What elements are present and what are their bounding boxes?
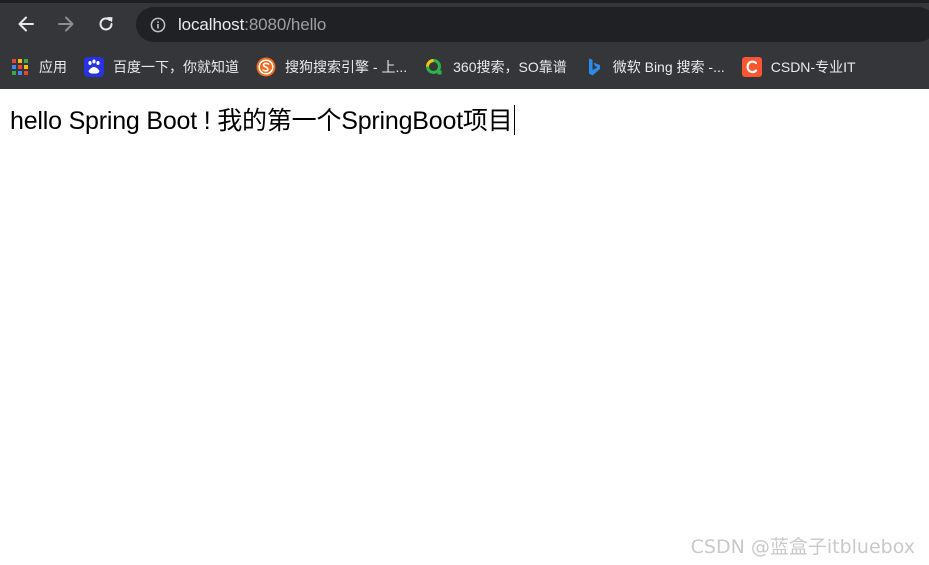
- url-path: :8080/hello: [244, 14, 327, 34]
- bookmark-label: 百度一下，你就知道: [113, 59, 239, 75]
- reload-button[interactable]: [86, 6, 126, 42]
- apps-grid-icon: [10, 57, 30, 77]
- url-text[interactable]: localhost:8080/hello: [178, 15, 326, 35]
- bookmark-sogou[interactable]: 搜狗搜索引擎 - 上...: [247, 53, 415, 81]
- forward-button[interactable]: [46, 6, 86, 42]
- bookmark-apps[interactable]: 应用: [0, 53, 75, 81]
- browser-chrome: localhost:8080/hello 应用 百度一下，你就知道 搜狗搜索引擎…: [0, 0, 929, 89]
- bookmarks-bar: 应用 百度一下，你就知道 搜狗搜索引擎 - 上... 360搜索，SO靠谱 微软…: [0, 45, 929, 89]
- watermark: CSDN @蓝盒子itbluebox: [690, 536, 915, 558]
- reload-icon: [99, 17, 113, 31]
- bookmark-label: 应用: [39, 59, 67, 75]
- site-info-icon[interactable]: [149, 16, 167, 34]
- bookmark-label: CSDN-专业IT: [770, 59, 856, 75]
- page-content: hello Spring Boot ! 我的第一个SpringBoot项目 CS…: [0, 89, 929, 565]
- 360-search-icon: [424, 57, 444, 77]
- browser-toolbar: localhost:8080/hello: [0, 3, 929, 45]
- arrow-left-icon: [18, 16, 34, 32]
- bookmark-label: 搜狗搜索引擎 - 上...: [285, 59, 408, 75]
- bookmark-csdn[interactable]: CSDN-专业IT: [733, 53, 864, 81]
- bookmark-bing[interactable]: 微软 Bing 搜索 -...: [575, 53, 733, 81]
- url-host: localhost: [178, 14, 245, 34]
- address-bar[interactable]: localhost:8080/hello: [136, 7, 929, 42]
- bookmark-360[interactable]: 360搜索，SO靠谱: [415, 53, 575, 81]
- back-button[interactable]: [6, 6, 46, 42]
- sogou-icon: [256, 57, 276, 77]
- text-caret: [513, 105, 515, 135]
- page-text: hello Spring Boot ! 我的第一个SpringBoot项目: [10, 101, 515, 137]
- baidu-icon: [84, 57, 104, 77]
- hello-message: hello Spring Boot ! 我的第一个SpringBoot项目: [10, 107, 513, 135]
- bookmark-label: 微软 Bing 搜索 -...: [612, 59, 725, 75]
- csdn-icon: [741, 57, 762, 77]
- bookmark-label: 360搜索，SO靠谱: [453, 59, 567, 75]
- bookmark-baidu[interactable]: 百度一下，你就知道: [75, 53, 247, 81]
- arrow-right-icon: [58, 16, 74, 32]
- bing-icon: [584, 57, 604, 77]
